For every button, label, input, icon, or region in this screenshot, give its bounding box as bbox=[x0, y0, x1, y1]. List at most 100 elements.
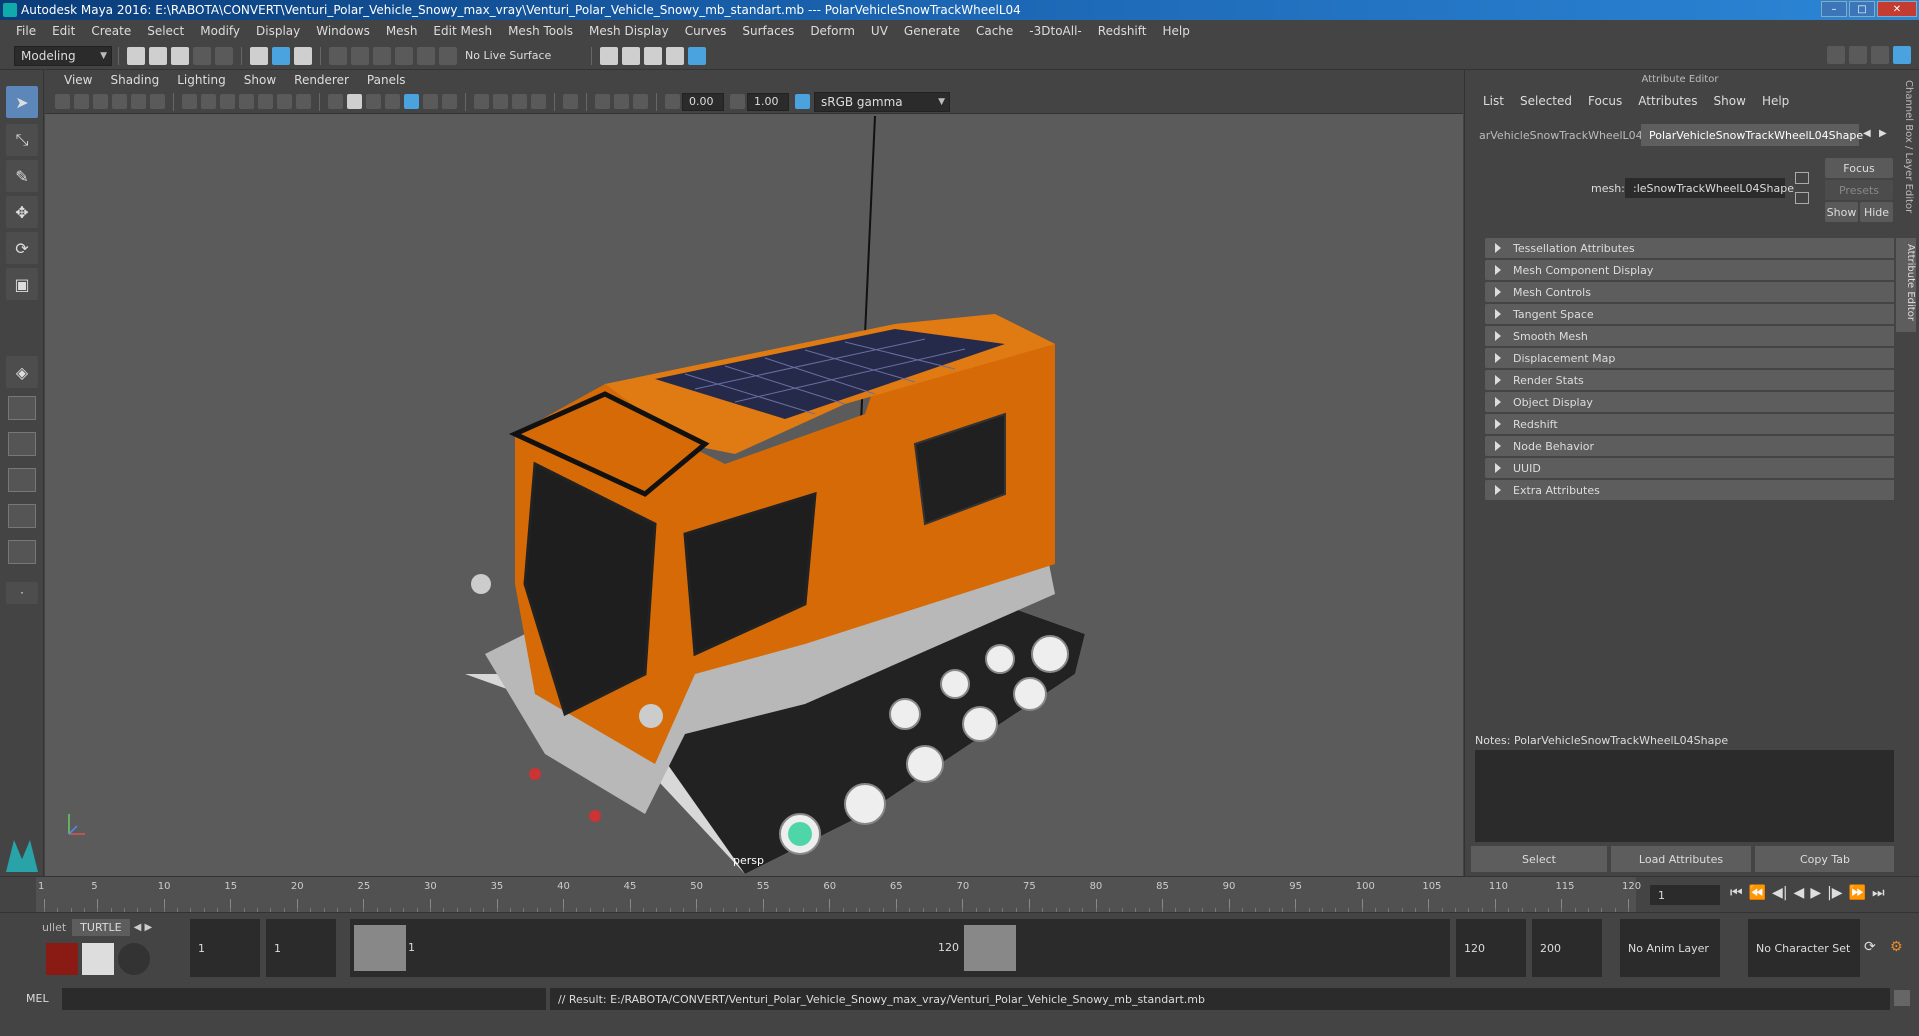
textured-icon[interactable] bbox=[404, 94, 419, 109]
ambient-occlusion-icon[interactable] bbox=[474, 94, 489, 109]
select-hierarchy-icon[interactable] bbox=[250, 46, 268, 65]
section-extra-attributes[interactable]: Extra Attributes bbox=[1485, 480, 1905, 500]
ae-menu-focus[interactable]: Focus bbox=[1580, 94, 1630, 108]
motion-blur-icon[interactable] bbox=[493, 94, 508, 109]
xray-icon[interactable] bbox=[595, 94, 610, 109]
go-to-end-icon[interactable]: ⏭ bbox=[1872, 885, 1885, 901]
camera-select-icon[interactable] bbox=[55, 94, 70, 109]
gamma-icon[interactable] bbox=[730, 94, 745, 109]
shelf-item-fire-icon[interactable] bbox=[46, 943, 78, 975]
undo-icon[interactable] bbox=[193, 46, 211, 65]
grease-pencil-icon[interactable] bbox=[150, 94, 165, 109]
animation-end-field[interactable]: 200 bbox=[1532, 919, 1602, 977]
script-language-toggle[interactable]: MEL bbox=[26, 992, 49, 1005]
rotate-tool-icon[interactable]: ⟳ bbox=[6, 232, 38, 264]
character-set-dropdown[interactable]: No Character Set bbox=[1748, 919, 1860, 977]
resolution-gate-icon[interactable] bbox=[220, 94, 235, 109]
load-attributes-button[interactable]: Load Attributes bbox=[1611, 846, 1751, 872]
section-smooth-mesh[interactable]: Smooth Mesh bbox=[1485, 326, 1905, 346]
vp-menu-panels[interactable]: Panels bbox=[358, 73, 415, 87]
step-back-key-icon[interactable]: ⏪ bbox=[1749, 885, 1766, 901]
ae-menu-help[interactable]: Help bbox=[1754, 94, 1797, 108]
menu-help[interactable]: Help bbox=[1154, 24, 1197, 38]
notes-textarea[interactable] bbox=[1475, 750, 1900, 842]
safe-action-icon[interactable] bbox=[277, 94, 292, 109]
shadows-icon[interactable] bbox=[442, 94, 457, 109]
use-all-lights-icon[interactable] bbox=[423, 94, 438, 109]
gamma-field[interactable]: 1.00 bbox=[747, 92, 789, 111]
persp-graph-layout-icon[interactable] bbox=[8, 468, 36, 492]
ae-menu-selected[interactable]: Selected bbox=[1512, 94, 1580, 108]
menu-file[interactable]: File bbox=[8, 24, 44, 38]
depth-of-field-icon[interactable] bbox=[531, 94, 546, 109]
field-chart-icon[interactable] bbox=[258, 94, 273, 109]
menu-create[interactable]: Create bbox=[83, 24, 139, 38]
auto-key-icon[interactable]: ⟳ bbox=[1864, 939, 1876, 955]
playback-end-field[interactable]: 120 bbox=[1456, 919, 1526, 977]
render-settings-icon[interactable] bbox=[666, 46, 685, 65]
film-gate-icon[interactable] bbox=[201, 94, 216, 109]
paint-select-tool-icon[interactable]: ✎ bbox=[6, 160, 38, 192]
new-scene-icon[interactable] bbox=[127, 46, 145, 65]
current-frame-field[interactable]: 1 bbox=[1650, 885, 1720, 905]
section-mesh-component-display[interactable]: Mesh Component Display bbox=[1485, 260, 1905, 280]
menu-generate[interactable]: Generate bbox=[896, 24, 968, 38]
section-node-behavior[interactable]: Node Behavior bbox=[1485, 436, 1905, 456]
shelf-item-sphere-icon[interactable] bbox=[118, 943, 150, 975]
vp-menu-lighting[interactable]: Lighting bbox=[168, 73, 235, 87]
image-plane-icon[interactable] bbox=[112, 94, 127, 109]
vp-menu-shading[interactable]: Shading bbox=[101, 73, 168, 87]
section-mesh-controls[interactable]: Mesh Controls bbox=[1485, 282, 1905, 302]
menu-mesh-tools[interactable]: Mesh Tools bbox=[500, 24, 581, 38]
section-tangent-space[interactable]: Tangent Space bbox=[1485, 304, 1905, 324]
vp-menu-renderer[interactable]: Renderer bbox=[285, 73, 358, 87]
bookmark-icon[interactable] bbox=[93, 94, 108, 109]
section-object-display[interactable]: Object Display bbox=[1485, 392, 1905, 412]
menu-edit[interactable]: Edit bbox=[44, 24, 83, 38]
wireframe-icon[interactable] bbox=[328, 94, 343, 109]
menu-surfaces[interactable]: Surfaces bbox=[734, 24, 802, 38]
time-ruler[interactable]: 1 5 10 15 20 25 30 35 40 45 50 55 60 65 70 75 80 85 90 95 10… bbox=[36, 877, 1641, 913]
render-frame-icon[interactable] bbox=[622, 46, 641, 65]
single-perspective-icon[interactable]: ◈ bbox=[6, 356, 38, 388]
shelf-tab-bullet[interactable]: ullet bbox=[36, 921, 72, 934]
lasso-tool-icon[interactable]: ⤡ bbox=[6, 124, 38, 156]
polar-vehicle-model[interactable] bbox=[45, 114, 1463, 876]
exposure-field[interactable]: 0.00 bbox=[682, 92, 724, 111]
live-surface-label[interactable]: No Live Surface bbox=[465, 49, 551, 62]
hide-button[interactable]: Hide bbox=[1860, 202, 1893, 222]
menu-3dtoall[interactable]: -3DtoAll- bbox=[1021, 24, 1089, 38]
menu-mesh-display[interactable]: Mesh Display bbox=[581, 24, 677, 38]
range-start-handle[interactable] bbox=[354, 925, 406, 971]
3d-scene[interactable]: persp bbox=[45, 114, 1463, 876]
menu-display[interactable]: Display bbox=[248, 24, 308, 38]
menu-deform[interactable]: Deform bbox=[802, 24, 863, 38]
move-tool-icon[interactable]: ✥ bbox=[6, 196, 38, 228]
ae-menu-attributes[interactable]: Attributes bbox=[1630, 94, 1705, 108]
default-material-icon[interactable] bbox=[366, 94, 381, 109]
isolate-select-icon[interactable] bbox=[563, 94, 578, 109]
hypershade-icon[interactable] bbox=[688, 46, 707, 65]
minimize-button[interactable]: – bbox=[1821, 1, 1847, 17]
2d-pan-icon[interactable] bbox=[131, 94, 146, 109]
smooth-shade-icon[interactable] bbox=[347, 94, 362, 109]
exposure-icon[interactable] bbox=[665, 94, 680, 109]
color-management-icon[interactable] bbox=[795, 94, 810, 109]
xray-joints-icon[interactable] bbox=[633, 94, 648, 109]
menu-redshift[interactable]: Redshift bbox=[1090, 24, 1155, 38]
menu-set-dropdown[interactable]: Modeling ▼ bbox=[14, 45, 112, 66]
select-object-icon[interactable] bbox=[272, 46, 290, 65]
shelf-tab-scroll-icon[interactable]: ◀ ▶ bbox=[130, 922, 157, 933]
menu-uv[interactable]: UV bbox=[863, 24, 896, 38]
attribute-editor-toggle-icon[interactable] bbox=[1893, 46, 1911, 64]
ae-menu-show[interactable]: Show bbox=[1706, 94, 1754, 108]
mesh-name-field[interactable]: :leSnowTrackWheelL04Shape bbox=[1625, 178, 1794, 198]
outliner-icon[interactable] bbox=[1849, 46, 1867, 64]
view-transform-dropdown[interactable]: sRGB gamma ▼ bbox=[814, 91, 950, 112]
playback-start-field[interactable]: 1 bbox=[266, 919, 336, 977]
play-forwards-icon[interactable]: ▶ bbox=[1810, 885, 1821, 901]
render-view-icon[interactable] bbox=[600, 46, 619, 65]
gate-mask-icon[interactable] bbox=[239, 94, 254, 109]
section-tessellation[interactable]: Tessellation Attributes bbox=[1485, 238, 1905, 258]
anim-preferences-icon[interactable]: ⚙ bbox=[1890, 939, 1903, 955]
